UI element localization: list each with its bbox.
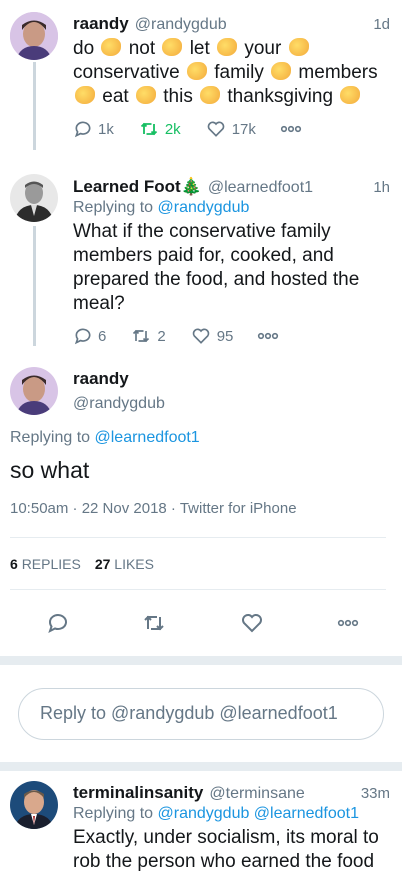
replies-stat[interactable]: 6 REPLIES	[10, 556, 81, 572]
clapping-hands-icon	[75, 86, 95, 104]
author-name[interactable]: raandy	[73, 14, 129, 34]
like-button[interactable]: 95	[190, 326, 234, 346]
retweet-button[interactable]: 2k	[138, 119, 181, 139]
clapping-hands-icon	[186, 62, 207, 80]
replying-to: Replying to @randygdub	[73, 199, 390, 217]
likes-stat[interactable]: 27 LIKES	[95, 556, 154, 572]
tweet-word: let	[189, 38, 210, 59]
thread-line	[33, 62, 36, 150]
thread-line	[33, 226, 36, 346]
clapping-hands-icon	[200, 86, 221, 104]
author-handle[interactable]: @randygdub	[73, 395, 165, 413]
tweet-word: eat	[102, 86, 129, 107]
tweet-word: this	[163, 86, 193, 107]
more-button[interactable]	[257, 331, 284, 341]
heart-icon	[207, 121, 224, 137]
tweet-word: not	[128, 38, 156, 59]
tweet-time[interactable]: 33m	[361, 785, 390, 802]
reply-button[interactable]: 1k	[73, 119, 114, 139]
clapping-hands-icon	[217, 38, 238, 56]
mention-link[interactable]: @randygdub @learnedfoot1	[158, 805, 360, 822]
author-name[interactable]: Learned Foot🎄	[73, 177, 202, 197]
tweet-text: Exactly, under socialism, its moral to r…	[73, 826, 390, 874]
retweet-count: 2k	[164, 120, 181, 138]
tweet-terminsane[interactable]: terminalinsanity @terminsane 33m Replyin…	[0, 771, 402, 874]
reply-icon	[74, 328, 91, 345]
more-button[interactable]	[280, 124, 307, 134]
likes-count: 27	[94, 555, 111, 572]
retweet-count: 2	[157, 327, 166, 345]
reply-icon[interactable]	[46, 611, 70, 635]
author-name[interactable]: terminalinsanity	[73, 783, 203, 803]
reply-count: 6	[98, 327, 107, 345]
heart-icon[interactable]	[239, 611, 265, 635]
like-count: 95	[216, 327, 234, 345]
christmas-tree-icon: 🎄	[180, 177, 202, 196]
author-handle[interactable]: @randygdub	[135, 16, 227, 34]
likes-label: LIKES	[114, 555, 154, 572]
tweet-word: family	[214, 62, 264, 83]
retweet-icon[interactable]	[141, 611, 167, 635]
tweet-word: do	[73, 38, 95, 59]
reply-count: 1k	[98, 120, 114, 138]
reply-placeholder: Reply to @randygdub @learnedfoot1	[40, 703, 338, 723]
author-handle[interactable]: @terminsane	[209, 785, 304, 803]
clapping-hands-icon	[135, 86, 156, 104]
tweet-text: so what	[10, 457, 90, 483]
reply-input[interactable]: Reply to @randygdub @learnedfoot1	[18, 687, 384, 740]
tweet-word: your	[244, 38, 282, 59]
reply-icon	[74, 121, 91, 138]
retweet-icon	[133, 329, 150, 343]
replying-to: Replying to @learnedfoot1	[10, 429, 386, 447]
clapping-hands-icon	[340, 86, 361, 104]
heart-icon	[192, 328, 209, 344]
mention-link[interactable]: @randygdub	[158, 199, 250, 216]
avatar-learned-foot[interactable]	[10, 174, 58, 222]
focused-tweet: raandy @randygdub Replying to @learnedfo…	[0, 359, 402, 656]
tweet-meta[interactable]: 10:50am · 22 Nov 2018 · Twitter for iPho…	[10, 500, 386, 517]
replying-to: Replying to @randygdub @learnedfoot1	[73, 805, 390, 823]
author-name-text: Learned Foot	[73, 177, 181, 196]
tweet-word: conservative	[73, 62, 180, 83]
tweet-text: What if the conservative family members …	[73, 221, 360, 314]
tweet-text-line: rob the person who earned the food	[73, 851, 375, 872]
retweet-icon	[140, 122, 157, 136]
clapping-hands-icon	[288, 38, 309, 56]
reply-composer: Reply to @randygdub @learnedfoot1	[0, 665, 402, 762]
more-icon[interactable]	[336, 618, 360, 628]
tweet-time[interactable]: 1d	[373, 16, 390, 33]
tweet-actions	[10, 590, 386, 656]
clapping-hands-icon	[271, 62, 292, 80]
avatar-raandy[interactable]	[10, 367, 58, 415]
replying-label: Replying to	[73, 199, 154, 216]
avatar-raandy[interactable]	[10, 12, 58, 60]
replies-count: 6	[10, 555, 18, 572]
author-name[interactable]: raandy	[73, 369, 165, 389]
tweet-time[interactable]: 1h	[373, 179, 390, 196]
more-icon	[258, 332, 279, 340]
more-icon	[280, 125, 301, 133]
replies-label: REPLIES	[21, 555, 81, 572]
tweet-text: do not let your conservative family memb…	[73, 37, 390, 109]
clapping-hands-icon	[101, 38, 122, 56]
tweet-randygdub[interactable]: raandy @randygdub 1d do not let your con…	[0, 0, 402, 164]
tweet-word: members	[298, 62, 378, 83]
engagement-stats: 6 REPLIES 27 LIKES	[10, 538, 386, 589]
reply-button[interactable]: 6	[73, 326, 106, 346]
like-button[interactable]: 17k	[205, 119, 256, 139]
author-handle[interactable]: @learnedfoot1	[208, 179, 313, 197]
like-count: 17k	[231, 120, 256, 138]
retweet-button[interactable]: 2	[130, 326, 166, 346]
mention-link[interactable]: @learnedfoot1	[95, 429, 200, 446]
tweet-word: thanksgiving	[227, 86, 334, 107]
tweet-text-line: Exactly, under socialism, its moral to	[73, 827, 379, 848]
clapping-hands-icon	[162, 38, 183, 56]
replying-label: Replying to	[73, 805, 154, 822]
tweet-learnedfoot1[interactable]: Learned Foot🎄 @learnedfoot1 1h Replying …	[0, 164, 402, 359]
replying-label: Replying to	[10, 429, 91, 446]
